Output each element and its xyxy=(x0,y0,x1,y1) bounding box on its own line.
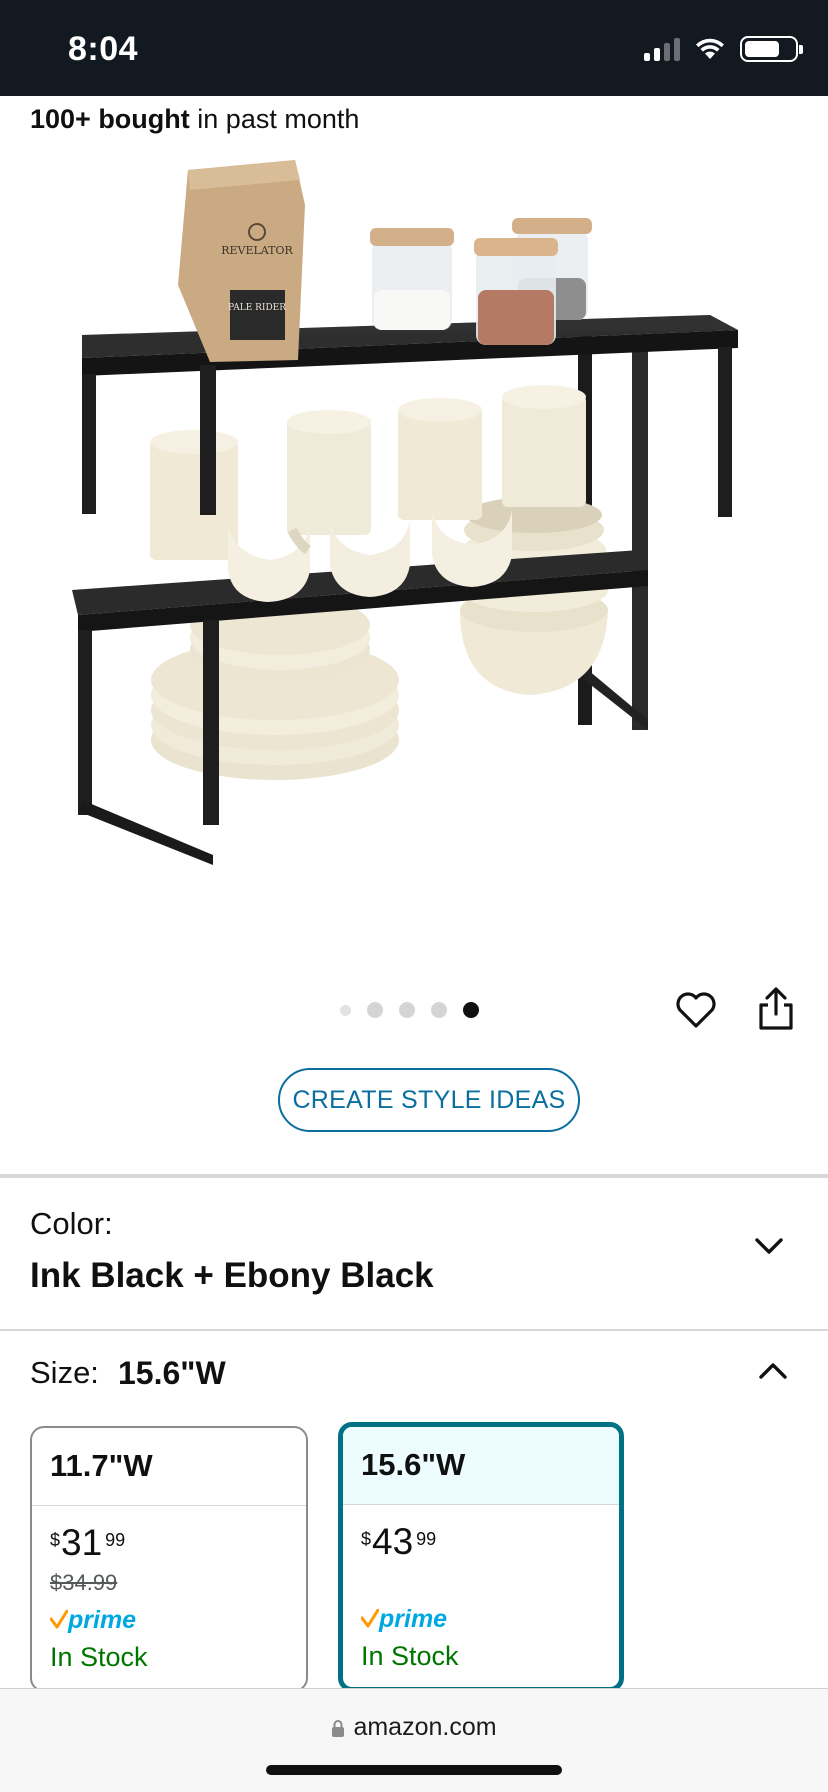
create-style-ideas-button[interactable]: CREATE STYLE IDEAS xyxy=(278,1068,580,1132)
size-value: 15.6"W xyxy=(118,1355,226,1391)
prime-badge: prime xyxy=(361,1605,619,1633)
bought-suffix: in past month xyxy=(189,104,360,134)
price-fraction: 99 xyxy=(105,1530,126,1550)
svg-text:REVELATOR: REVELATOR xyxy=(221,244,293,257)
image-carousel-dots[interactable] xyxy=(340,1002,479,1018)
prime-label: prime xyxy=(379,1604,448,1633)
color-selector[interactable]: Color: Ink Black + Ebony Black xyxy=(0,1178,828,1330)
size-selector[interactable]: Size: 15.6"W xyxy=(0,1331,828,1421)
price-whole: 43 xyxy=(372,1521,414,1562)
wifi-icon xyxy=(696,38,724,59)
size-option-11-7w[interactable]: 11.7"W $ 31 99 $34.99 prime In Stock xyxy=(30,1426,308,1692)
carousel-dot[interactable] xyxy=(340,1004,351,1016)
stock-status: In Stock xyxy=(361,1641,459,1671)
color-value: Ink Black + Ebony Black xyxy=(30,1256,434,1295)
browser-url-bar[interactable]: amazon.com xyxy=(0,1688,828,1792)
prime-check-icon xyxy=(361,1609,379,1628)
battery-icon xyxy=(740,36,803,62)
status-bar: 8:04 xyxy=(0,0,828,96)
lock-icon xyxy=(332,1719,345,1737)
bought-count: 100+ bought xyxy=(30,104,190,134)
list-price xyxy=(361,1569,619,1595)
size-option-15-6w[interactable]: 15.6"W $ 43 99 prime In Stock xyxy=(338,1422,624,1692)
heart-icon[interactable] xyxy=(674,988,718,1032)
url-domain: amazon.com xyxy=(353,1713,497,1741)
url[interactable]: amazon.com xyxy=(0,1713,828,1742)
svg-text:PALE RIDER: PALE RIDER xyxy=(228,303,286,313)
product-image[interactable]: REVELATOR PALE RIDER xyxy=(60,150,760,950)
size-option-name: 11.7"W xyxy=(32,1428,306,1506)
price-symbol: $ xyxy=(361,1529,372,1549)
price-fraction: 99 xyxy=(416,1529,437,1549)
price: $ 43 99 xyxy=(361,1523,619,1561)
prime-label: prime xyxy=(68,1605,137,1634)
bought-in-past-month: 100+ bought in past month xyxy=(30,104,359,135)
share-icon[interactable] xyxy=(756,986,796,1032)
prime-check-icon xyxy=(50,1610,68,1629)
price: $ 31 99 xyxy=(50,1524,306,1562)
size-label: Size: xyxy=(30,1355,99,1390)
price-symbol: $ xyxy=(50,1530,61,1550)
carousel-dot[interactable] xyxy=(399,1002,415,1018)
prime-badge: prime xyxy=(50,1606,306,1634)
carousel-dot[interactable] xyxy=(367,1002,383,1018)
stock-status: In Stock xyxy=(50,1642,148,1672)
price-whole: 31 xyxy=(61,1522,103,1563)
home-indicator xyxy=(266,1765,562,1775)
status-time: 8:04 xyxy=(68,30,139,68)
chevron-down-icon[interactable] xyxy=(754,1236,784,1256)
carousel-dot[interactable] xyxy=(431,1002,447,1018)
status-icons xyxy=(644,36,803,62)
carousel-dot-active[interactable] xyxy=(463,1002,479,1018)
list-price: $34.99 xyxy=(50,1570,118,1595)
chevron-up-icon[interactable] xyxy=(758,1361,788,1381)
signal-icon xyxy=(644,37,680,61)
color-label: Color: xyxy=(30,1206,113,1241)
size-option-name: 15.6"W xyxy=(343,1427,619,1505)
